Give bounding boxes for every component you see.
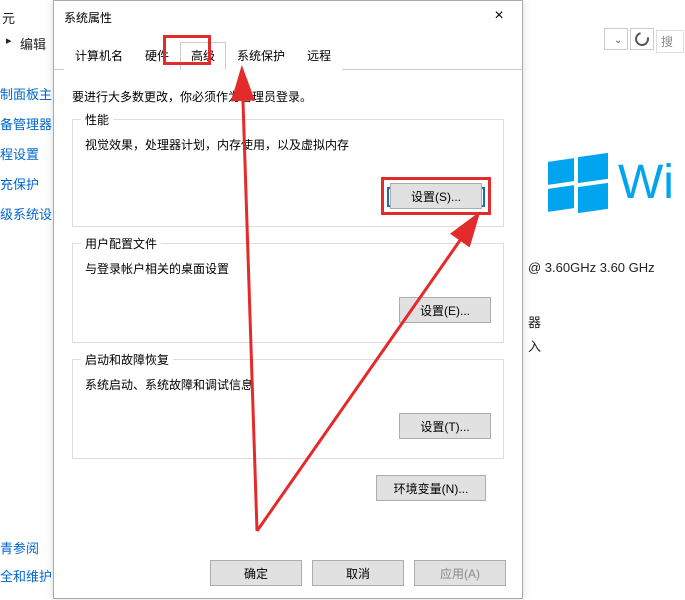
system-properties-dialog: 系统属性 × 计算机名 硬件 高级 系统保护 远程 要进行大多数更改，你必须作为… bbox=[53, 0, 523, 599]
sidebar: 制面板主页 备管理器 程设置 充保护 级系统设置 bbox=[0, 80, 52, 230]
refresh-button[interactable] bbox=[630, 28, 654, 50]
group-user-profiles: 用户配置文件 与登录帐户相关的桌面设置 设置(E)... bbox=[72, 243, 504, 343]
dialog-button-row: 确定 取消 应用(A) bbox=[210, 560, 506, 586]
cpu-spec-text: @ 3.60GHz 3.60 GHz bbox=[528, 260, 655, 275]
refresh-icon bbox=[632, 29, 651, 48]
cancel-button[interactable]: 取消 bbox=[312, 560, 404, 586]
tab-system-protection[interactable]: 系统保护 bbox=[226, 42, 296, 70]
tab-panel-advanced: 要进行大多数更改，你必须作为管理员登录。 性能 视觉效果，处理器计划，内存使用，… bbox=[54, 70, 522, 513]
group-title: 性能 bbox=[81, 111, 113, 128]
sidebar-security-link[interactable]: 全和维护 bbox=[0, 566, 52, 585]
env-variables-button[interactable]: 环境变量(N)... bbox=[376, 475, 486, 501]
tab-computer-name[interactable]: 计算机名 bbox=[64, 42, 134, 70]
dialog-title: 系统属性 bbox=[64, 9, 112, 26]
tab-advanced[interactable]: 高级 bbox=[180, 42, 226, 70]
see-also-label: 青参阅 bbox=[0, 538, 39, 557]
close-icon: × bbox=[494, 7, 503, 25]
apply-button[interactable]: 应用(A) bbox=[414, 560, 506, 586]
chevron-down-icon: ⌄ bbox=[614, 35, 622, 46]
group-title: 启动和故障恢复 bbox=[81, 351, 173, 368]
annotation-highlight: 设置(S)... bbox=[381, 177, 491, 215]
sidebar-item[interactable]: 制面板主页 bbox=[0, 80, 52, 110]
tabstrip: 计算机名 硬件 高级 系统保护 远程 bbox=[54, 33, 522, 70]
group-desc: 视觉效果，处理器计划，内存使用，以及虚拟内存 bbox=[85, 136, 491, 153]
group-desc: 系统启动、系统故障和调试信息 bbox=[85, 376, 491, 393]
bg-label-fragment: 器 bbox=[528, 312, 541, 331]
group-startup-recovery: 启动和故障恢复 系统启动、系统故障和调试信息 设置(T)... bbox=[72, 359, 504, 459]
windows-logo-icon bbox=[548, 155, 608, 215]
performance-settings-button[interactable]: 设置(S)... bbox=[390, 183, 482, 209]
group-desc: 与登录帐户相关的桌面设置 bbox=[85, 260, 491, 277]
breadcrumb-edit[interactable]: 编辑 bbox=[20, 34, 46, 53]
ok-button[interactable]: 确定 bbox=[210, 560, 302, 586]
group-performance: 性能 视觉效果，处理器计划，内存使用，以及虚拟内存 设置(S)... bbox=[72, 119, 504, 227]
sidebar-item[interactable]: 充保护 bbox=[0, 170, 52, 200]
group-title: 用户配置文件 bbox=[81, 235, 161, 252]
bg-nav-fragment: 元 bbox=[2, 8, 15, 27]
sidebar-item[interactable]: 级系统设置 bbox=[0, 200, 52, 230]
sidebar-item[interactable]: 程设置 bbox=[0, 140, 52, 170]
titlebar: 系统属性 × bbox=[54, 1, 522, 33]
tab-remote[interactable]: 远程 bbox=[296, 42, 342, 70]
tab-hardware[interactable]: 硬件 bbox=[134, 42, 180, 70]
windows-brand-text: Wi bbox=[618, 155, 674, 210]
startup-settings-button[interactable]: 设置(T)... bbox=[399, 413, 491, 439]
close-button[interactable]: × bbox=[476, 1, 522, 31]
chevron-icon: ▸ bbox=[6, 34, 12, 47]
userprofile-settings-button[interactable]: 设置(E)... bbox=[399, 297, 491, 323]
sidebar-item[interactable]: 备管理器 bbox=[0, 110, 52, 140]
admin-note: 要进行大多数更改，你必须作为管理员登录。 bbox=[72, 88, 504, 105]
search-input[interactable]: 搜 bbox=[656, 30, 684, 53]
bg-label-fragment: 入 bbox=[528, 336, 541, 355]
